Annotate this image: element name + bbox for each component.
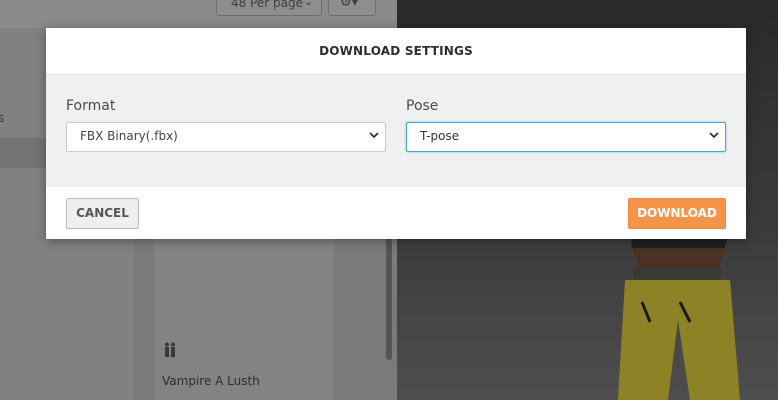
format-select[interactable]: FBX Binary(.fbx) <box>66 122 386 152</box>
chevron-down-icon <box>369 132 379 139</box>
gear-icon: ⚙▾ <box>340 0 359 10</box>
per-page-label: 48 Per page <box>231 0 303 10</box>
format-value: FBX Binary(.fbx) <box>80 129 178 143</box>
settings-dropdown[interactable]: ⚙▾ <box>328 0 376 16</box>
sidebar-item-label: s <box>0 111 5 125</box>
download-button[interactable]: DOWNLOAD <box>628 198 726 229</box>
dialog-footer: CANCEL DOWNLOAD <box>46 187 746 239</box>
dialog-body: Format FBX Binary(.fbx) Pose T-pose <box>46 75 746 187</box>
pose-label: Pose <box>406 98 439 114</box>
format-label: Format <box>66 98 116 114</box>
character-name: Vampire A Lusth <box>162 374 260 388</box>
pose-value: T-pose <box>420 129 460 143</box>
list-scrollbar[interactable] <box>386 238 392 360</box>
cancel-button[interactable]: CANCEL <box>66 198 139 229</box>
pose-select[interactable]: T-pose <box>406 122 726 152</box>
per-page-select[interactable]: 48 Per page ⌄ <box>216 0 322 16</box>
person-icon <box>164 342 176 362</box>
dialog-title: DOWNLOAD SETTINGS <box>46 28 746 75</box>
chevron-down-icon <box>709 132 719 139</box>
download-settings-dialog: DOWNLOAD SETTINGS Format FBX Binary(.fbx… <box>46 28 746 239</box>
chevron-down-icon: ⌄ <box>303 0 313 8</box>
